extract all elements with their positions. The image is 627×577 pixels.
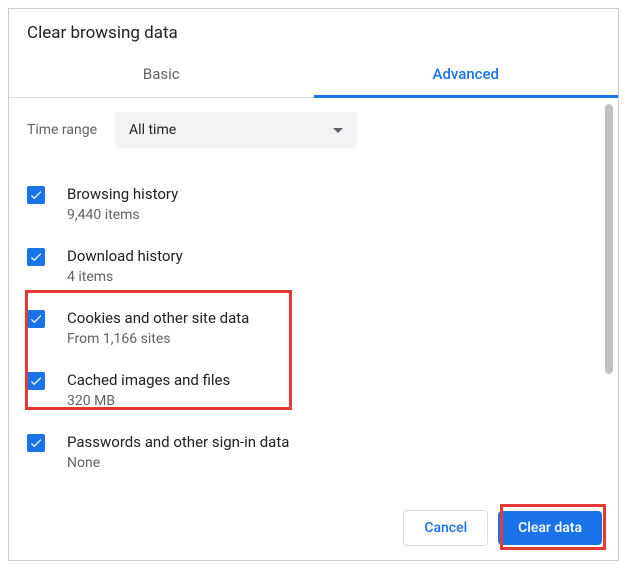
item-text: Cached images and files 320 MB bbox=[67, 370, 230, 409]
list-item: Cookies and other site data From 1,166 s… bbox=[27, 296, 586, 358]
checkbox-passwords[interactable] bbox=[27, 434, 45, 452]
list-item: Cached images and files 320 MB bbox=[27, 358, 586, 420]
dialog-title: Clear browsing data bbox=[9, 9, 618, 53]
item-text: Download history 4 items bbox=[67, 246, 183, 285]
item-text: Autofill form data bbox=[67, 494, 183, 496]
cancel-button[interactable]: Cancel bbox=[403, 510, 488, 546]
chevron-down-icon bbox=[333, 128, 343, 133]
list-item: Passwords and other sign-in data None bbox=[27, 420, 586, 482]
time-range-select[interactable]: All time bbox=[115, 112, 357, 148]
list-item: Browsing history 9,440 items bbox=[27, 172, 586, 234]
checkbox-download-history[interactable] bbox=[27, 248, 45, 266]
item-label: Autofill form data bbox=[67, 494, 183, 496]
item-label: Passwords and other sign-in data bbox=[67, 432, 289, 452]
list-item: Autofill form data bbox=[27, 482, 586, 496]
checkbox-cookies[interactable] bbox=[27, 310, 45, 328]
scroll-area: Time range All time Browsing history 9,4… bbox=[9, 98, 604, 496]
time-range-label: Time range bbox=[27, 122, 97, 138]
content-area: Time range All time Browsing history 9,4… bbox=[9, 98, 618, 496]
item-sub: 4 items bbox=[67, 269, 183, 285]
clear-data-button[interactable]: Clear data bbox=[498, 511, 602, 545]
dialog-footer: Cancel Clear data bbox=[9, 496, 618, 560]
checklist: Browsing history 9,440 items Download hi… bbox=[27, 172, 586, 496]
item-label: Browsing history bbox=[67, 184, 178, 204]
item-label: Cookies and other site data bbox=[67, 308, 249, 328]
item-label: Download history bbox=[67, 246, 183, 266]
item-text: Passwords and other sign-in data None bbox=[67, 432, 289, 471]
item-label: Cached images and files bbox=[67, 370, 230, 390]
check-icon bbox=[29, 250, 43, 264]
checkbox-browsing-history[interactable] bbox=[27, 186, 45, 204]
time-range-value: All time bbox=[129, 122, 176, 138]
item-sub: 320 MB bbox=[67, 393, 230, 409]
item-sub: 9,440 items bbox=[67, 207, 178, 223]
checkbox-cached-images[interactable] bbox=[27, 372, 45, 390]
tab-basic[interactable]: Basic bbox=[9, 53, 314, 97]
time-range-row: Time range All time bbox=[27, 112, 586, 148]
item-text: Browsing history 9,440 items bbox=[67, 184, 178, 223]
clear-browsing-data-dialog: Clear browsing data Basic Advanced Time … bbox=[8, 8, 619, 561]
check-icon bbox=[29, 312, 43, 326]
item-sub: From 1,166 sites bbox=[67, 331, 249, 347]
tabs: Basic Advanced bbox=[9, 53, 618, 98]
item-text: Cookies and other site data From 1,166 s… bbox=[67, 308, 249, 347]
check-icon bbox=[29, 374, 43, 388]
list-item: Download history 4 items bbox=[27, 234, 586, 296]
scrollbar[interactable] bbox=[604, 104, 614, 490]
scrollbar-thumb[interactable] bbox=[605, 104, 613, 374]
item-sub: None bbox=[67, 455, 289, 471]
check-icon bbox=[29, 436, 43, 450]
check-icon bbox=[29, 188, 43, 202]
tab-advanced[interactable]: Advanced bbox=[314, 53, 619, 97]
